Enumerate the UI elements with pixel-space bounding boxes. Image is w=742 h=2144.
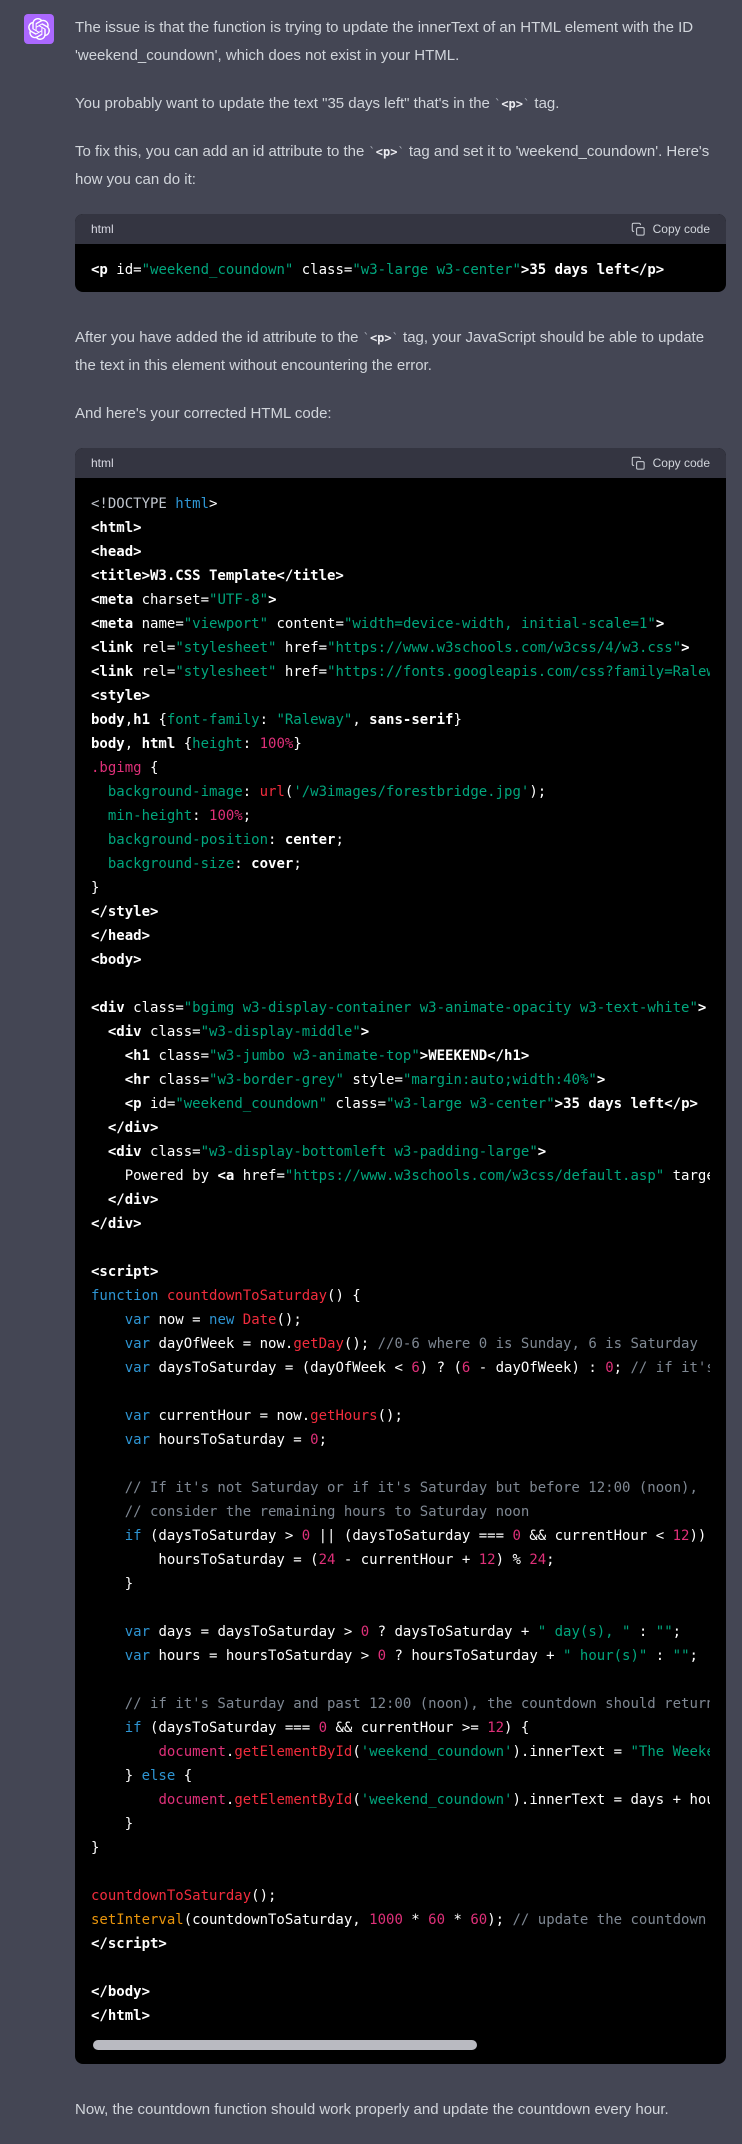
copy-code-label: Copy code <box>652 222 710 236</box>
inline-code: <p> <box>375 145 398 159</box>
assistant-paragraph: To fix this, you can add an id attribute… <box>75 143 710 188</box>
horizontal-scrollbar-thumb[interactable] <box>93 2040 477 2050</box>
openai-logo-icon <box>28 18 50 40</box>
code-language-label: html <box>91 222 114 236</box>
assistant-paragraph: You probably want to update the text "35… <box>75 95 560 112</box>
inline-code: <p> <box>501 97 523 111</box>
copy-code-button[interactable]: Copy code <box>631 456 710 471</box>
message-content: The issue is that the function is trying… <box>75 14 726 2144</box>
assistant-paragraph: And here's your corrected HTML code: <box>75 405 332 422</box>
assistant-message: The issue is that the function is trying… <box>0 0 742 2144</box>
code-block-body[interactable]: <p id="weekend_coundown" class="w3-large… <box>75 244 726 292</box>
assistant-paragraph: The issue is that the function is trying… <box>75 19 694 64</box>
assistant-paragraph: Now, the countdown function should work … <box>75 2101 669 2118</box>
code-block: html Copy code <!DOCTYPE html> <html> <hea… <box>75 448 726 2064</box>
avatar <box>24 14 54 44</box>
code-block-header: html Copy code <box>75 448 726 478</box>
code-content: <p id="weekend_coundown" class="w3-large… <box>91 262 665 278</box>
copy-code-button[interactable]: Copy code <box>631 222 710 237</box>
copy-icon <box>631 456 645 470</box>
copy-code-label: Copy code <box>652 456 710 470</box>
code-block-body[interactable]: <!DOCTYPE html> <html> <head> <title>W3.CSS… <box>75 478 726 2064</box>
code-block-header: html Copy code <box>75 214 726 244</box>
code-language-label: html <box>91 456 114 470</box>
copy-icon <box>631 222 645 236</box>
code-content: <!DOCTYPE html> <html> <head> <title>W3.CSS… <box>91 496 710 2024</box>
inline-code: <p> <box>369 331 392 345</box>
assistant-paragraph: After you have added the id attribute to… <box>75 329 705 374</box>
code-block: html Copy code <p id="weekend_coundown" … <box>75 214 726 292</box>
